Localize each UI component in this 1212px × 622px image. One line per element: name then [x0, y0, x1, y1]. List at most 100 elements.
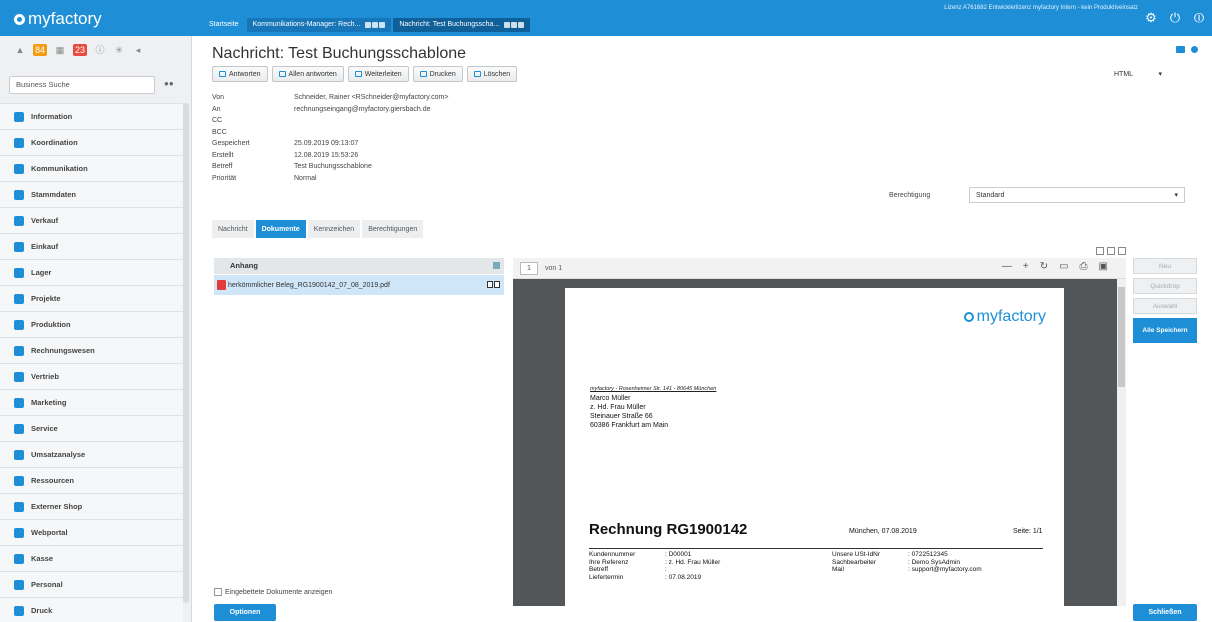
tab-dokumente[interactable]: Dokumente	[255, 220, 306, 238]
message-icon[interactable]: 23	[73, 44, 88, 56]
sidebar-scrollbar[interactable]	[183, 103, 189, 603]
reply-all-icon	[278, 71, 286, 77]
checkbox[interactable]	[214, 588, 222, 596]
monitor-icon	[14, 293, 24, 304]
view-single-icon[interactable]	[1096, 247, 1104, 255]
rotate-icon[interactable]: ↻	[1040, 261, 1048, 272]
webportal-icon	[14, 527, 24, 538]
app-logo[interactable]: myfactory	[14, 9, 102, 29]
tab-nachricht[interactable]: Nachricht: Test Buchungsscha...	[393, 18, 531, 32]
main-nav: Information Koordination Kommunikation S…	[0, 103, 183, 622]
pdf-page: myfactory myfactory - Rosenheimer Str. 1…	[565, 288, 1064, 606]
save-icon[interactable]: ▣	[1099, 261, 1108, 272]
sidebar-item-projekte[interactable]: Projekte	[0, 285, 183, 311]
sidebar-item-verkauf[interactable]: Verkauf	[0, 207, 183, 233]
download-icon[interactable]	[493, 262, 500, 269]
close-button[interactable]: Schließen	[1133, 604, 1197, 621]
sidebar-item-marketing[interactable]: Marketing	[0, 389, 183, 415]
sidebar-item-einkauf[interactable]: Einkauf	[0, 233, 183, 259]
sidebar-item-webportal[interactable]: Webportal	[0, 519, 183, 545]
view-double-icon[interactable]	[1107, 247, 1115, 255]
scroll-thumb[interactable]	[1118, 287, 1125, 387]
gear-icon[interactable]: ⚙	[1144, 11, 1158, 25]
logo-ring-icon	[14, 13, 25, 25]
sidebar-item-information[interactable]: Information	[0, 103, 183, 129]
sidebar-item-ressourcen[interactable]: Ressourcen	[0, 467, 183, 493]
document-actions: Neu Quickdrop Auswahl Alle Speichern	[1133, 258, 1197, 343]
printer-icon[interactable]: ⎙	[1080, 261, 1088, 272]
sidebar-item-service[interactable]: Service	[0, 415, 183, 441]
sidebar-item-rechnungswesen[interactable]: Rechnungswesen	[0, 337, 183, 363]
zoom-in-icon[interactable]: +	[1023, 261, 1029, 272]
view-full-icon[interactable]	[1118, 247, 1126, 255]
field-erstellt: Erstellt 12.08.2019 15:53:26	[212, 151, 359, 159]
power-icon[interactable]: ⏻	[1168, 11, 1182, 25]
sidebar-item-personal[interactable]: Personal	[0, 571, 183, 597]
print-button[interactable]: Drucken	[412, 66, 463, 82]
sidebar-item-kommunikation[interactable]: Kommunikation	[0, 155, 183, 181]
tab-controls[interactable]	[503, 22, 525, 28]
shop-icon	[14, 501, 24, 512]
format-select[interactable]: HTML ▾	[1110, 68, 1166, 82]
mail-icon[interactable]	[1176, 46, 1185, 53]
help-icon[interactable]	[1191, 46, 1198, 53]
field-bcc: BCC	[212, 128, 227, 136]
tab-berechtigungen[interactable]: Berechtigungen	[362, 220, 424, 238]
thumb-icon[interactable]: ▲	[14, 44, 26, 56]
embedded-docs-toggle[interactable]: Eingebettete Dokumente anzeigen	[214, 588, 332, 596]
sidebar-item-koordination[interactable]: Koordination	[0, 129, 183, 155]
expand-icon[interactable]: ✳	[113, 44, 125, 56]
fit-page-icon[interactable]: ▭	[1059, 261, 1068, 272]
forward-button[interactable]: Weiterleiten	[347, 66, 409, 82]
field-an: An rechnungseingang@myfactory.giersbach.d…	[212, 105, 431, 113]
notification-icon[interactable]: 84	[33, 44, 48, 56]
new-button[interactable]: Neu	[1133, 258, 1197, 274]
business-search-input[interactable]: Business Suche	[9, 76, 155, 94]
sidebar-item-externer-shop[interactable]: Externer Shop	[0, 493, 183, 519]
select-button[interactable]: Auswahl	[1133, 298, 1197, 314]
tab-nachricht[interactable]: Nachricht	[212, 220, 254, 238]
info-icon[interactable]	[487, 281, 493, 288]
collapse-icon[interactable]: ◂	[132, 44, 144, 56]
info-circle-icon[interactable]: ⓘ	[94, 44, 106, 56]
sidebar-item-vertrieb[interactable]: Vertrieb	[0, 363, 183, 389]
save-all-button[interactable]: Alle Speichern	[1133, 318, 1197, 343]
field-gespeichert: Gespeichert 25.09.2019 09:13:07	[212, 140, 359, 147]
sidebar-item-kasse[interactable]: Kasse	[0, 545, 183, 571]
pdf-logo: myfactory	[963, 308, 1046, 326]
quickdrop-button[interactable]: Quickdrop	[1133, 278, 1197, 294]
message-toolbar: Antworten Allen antworten Weiterleiten D…	[212, 66, 518, 82]
permission-select[interactable]: Standard ▾	[969, 187, 1185, 203]
sidebar-item-umsatzanalyse[interactable]: Umsatzanalyse	[0, 441, 183, 467]
coins-icon	[14, 215, 24, 226]
open-icon[interactable]	[494, 281, 500, 288]
tab-controls[interactable]	[364, 22, 386, 28]
pdf-icon	[217, 280, 226, 290]
delete-button[interactable]: Löschen	[466, 66, 518, 82]
attachment-item[interactable]: herkömmlicher Beleg_RG1900142_07_08_2019…	[214, 275, 504, 295]
message-tabs: Nachricht Dokumente Kennzeichen Berechti…	[212, 220, 424, 238]
page-count: von 1	[545, 264, 563, 272]
tab-kommunikations-manager[interactable]: Kommunikations-Manager: Rech...	[246, 18, 392, 32]
reply-button[interactable]: Antworten	[212, 66, 268, 82]
license-text: Lizenz A761682 Entwicklerlizenz myfactor…	[944, 5, 1138, 11]
info-icon	[14, 111, 24, 122]
reply-all-button[interactable]: Allen antworten	[271, 66, 344, 82]
sidebar-quick-icons: ▲ 84 ▦ 23 ⓘ ✳ ◂	[14, 44, 144, 56]
tab-kennzeichen[interactable]: Kennzeichen	[307, 220, 361, 238]
sidebar-item-produktion[interactable]: Produktion	[0, 311, 183, 337]
field-cc: CC	[212, 117, 223, 124]
page-number-input[interactable]: 1	[520, 261, 538, 275]
calendar-icon[interactable]: ▦	[54, 44, 66, 56]
tab-startseite[interactable]: Startseite	[203, 18, 245, 32]
sidebar-item-lager[interactable]: Lager	[0, 259, 183, 285]
sidebar-item-stammdaten[interactable]: Stammdaten	[0, 181, 183, 207]
page-title: Nachricht: Test Buchungsschablone	[212, 45, 467, 62]
pdf-scrollbar[interactable]	[1117, 279, 1126, 606]
search-go-icon[interactable]: ●●	[164, 79, 174, 88]
logout-icon[interactable]: ⏼	[1192, 11, 1206, 25]
top-bar: myfactory Startseite Kommunikations-Mana…	[0, 0, 1212, 36]
zoom-out-icon[interactable]: —	[1002, 261, 1012, 272]
sidebar-item-druck[interactable]: Druck	[0, 597, 183, 622]
options-button[interactable]: Optionen	[214, 604, 276, 621]
